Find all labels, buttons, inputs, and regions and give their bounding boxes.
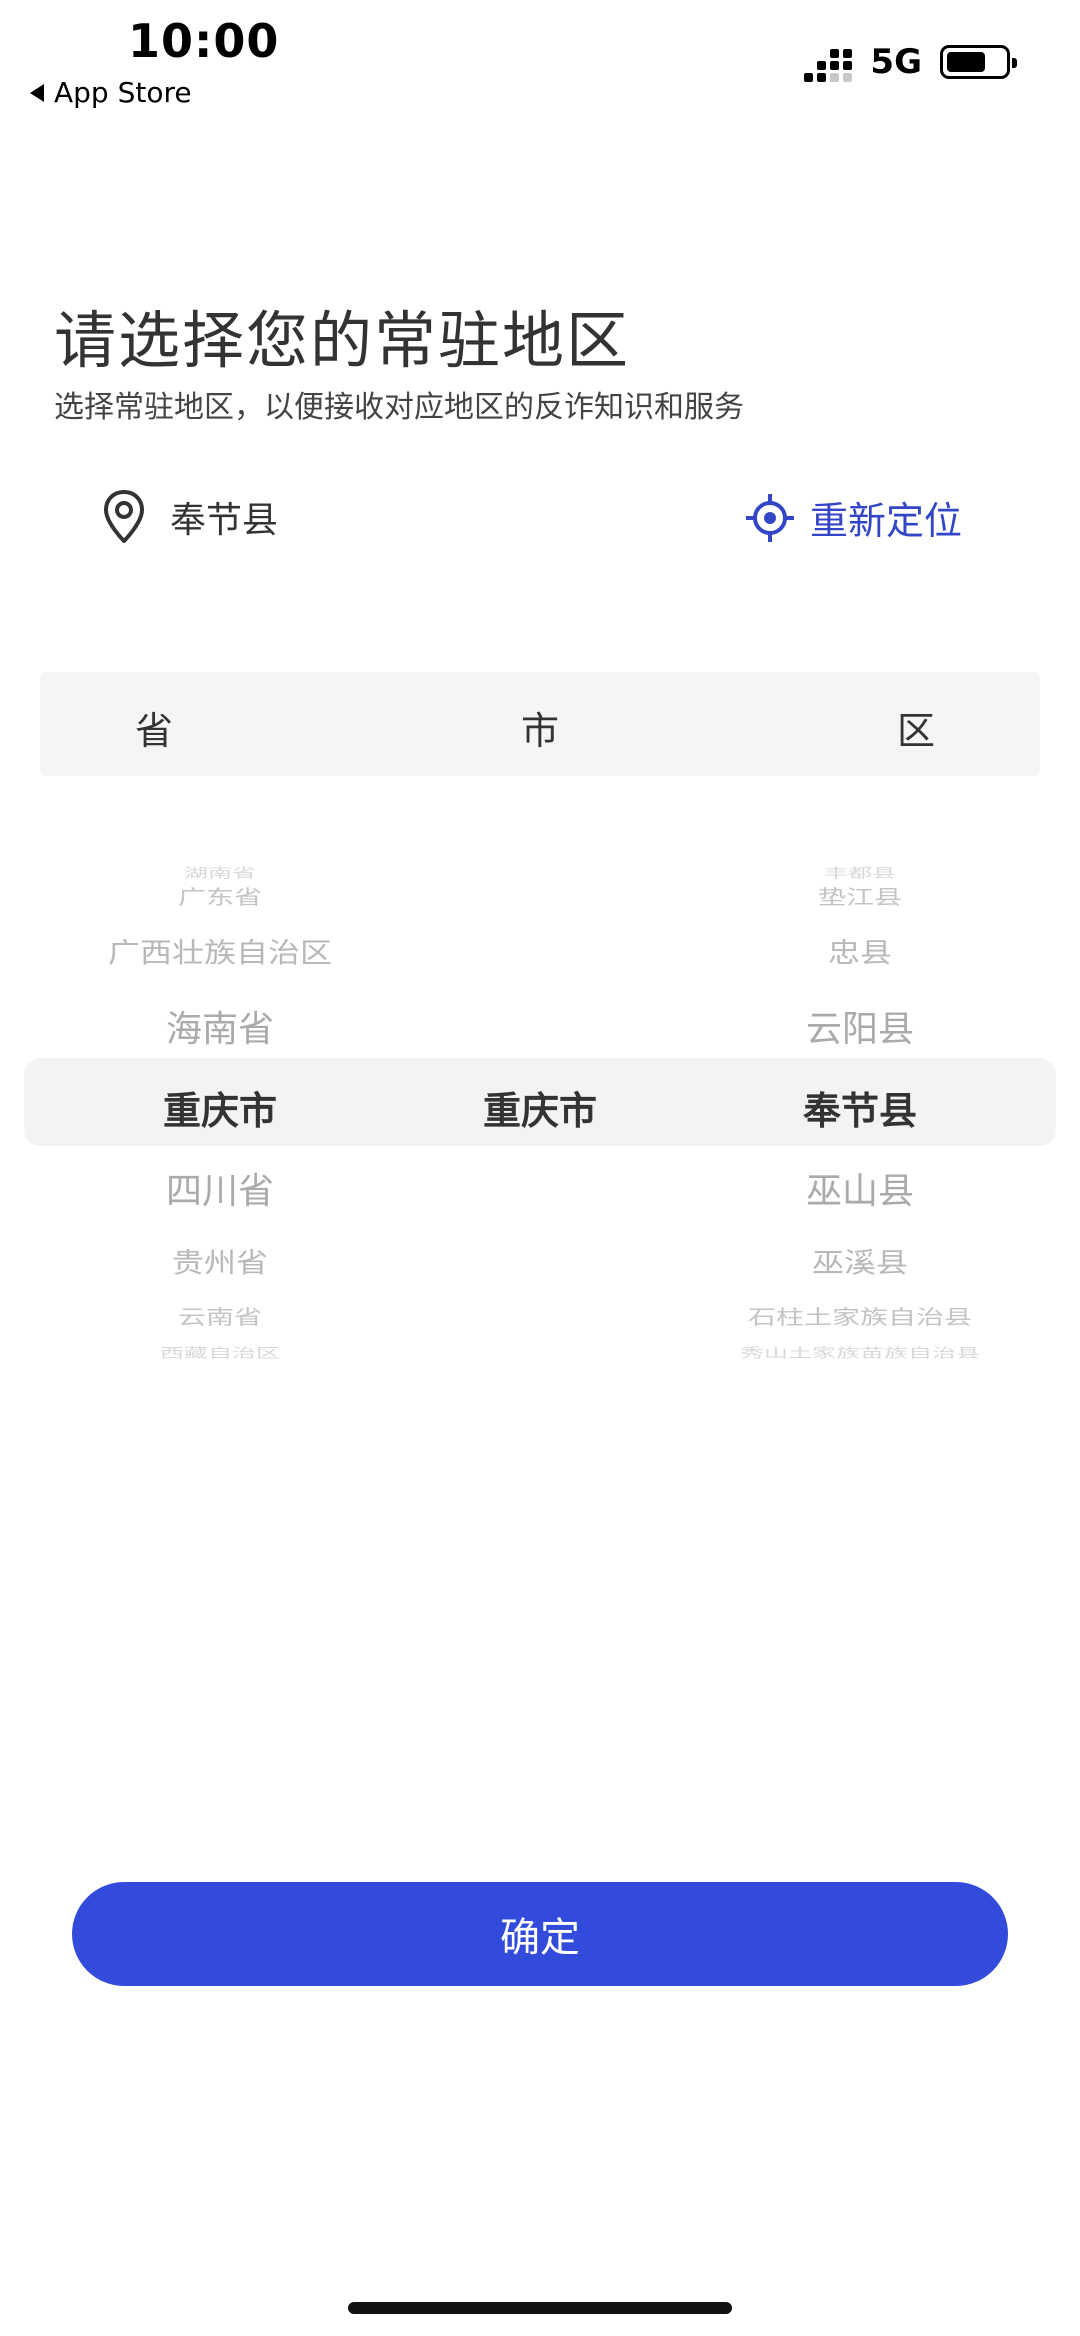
district-item-selected[interactable]: 奉节县 [803,1080,917,1135]
relocate-label: 重新定位 [809,499,962,543]
column-header-district: 区 [896,709,936,753]
district-item[interactable]: 巫山县 [806,1162,914,1214]
location-pin-icon [104,490,144,543]
district-item[interactable]: 忠县 [828,931,892,971]
district-wheel[interactable]: 丰都县 垫江县 忠县 云阳县 奉节县 巫山县 巫溪县 石柱土家族自治县 秀山土家… [680,840,1040,1360]
status-indicators: 5G [804,42,1017,82]
battery-icon [940,45,1017,79]
province-item-selected[interactable]: 重庆市 [163,1080,277,1135]
city-item-selected[interactable]: 重庆市 [483,1080,597,1135]
province-item[interactable]: 海南省 [166,1000,274,1052]
status-time: 10:00 [128,14,280,68]
province-item[interactable]: 云南省 [178,1302,262,1331]
district-item[interactable]: 秀山土家族苗族自治县 [740,1342,980,1361]
back-triangle-icon [30,83,44,102]
province-item[interactable]: 四川省 [166,1162,274,1214]
province-item[interactable]: 广东省 [178,882,262,911]
network-type: 5G [870,42,922,82]
province-item[interactable]: 湖南省 [184,862,256,881]
screen: 10:00 App Store 5G 请选择您的常驻地区 选择常驻地区，以便接收… [0,0,1080,2336]
relocate-button[interactable]: 重新定位 [744,490,962,545]
crosshair-icon [745,493,794,542]
signal-icon [804,42,853,82]
district-item[interactable]: 丰都县 [824,862,896,881]
column-header-province: 省 [134,709,174,753]
page-title: 请选择您的常驻地区 [54,304,631,377]
province-wheel[interactable]: 湖南省 广东省 广西壮族自治区 海南省 重庆市 四川省 贵州省 云南省 西藏自治… [40,840,400,1360]
current-location-text: 奉节县 [170,500,279,541]
picker-header: 省 市 区 [40,672,1040,776]
province-item[interactable]: 西藏自治区 [160,1342,280,1361]
page-subtitle: 选择常驻地区，以便接收对应地区的反诈知识和服务 [54,390,744,425]
back-app-label: App Store [54,76,192,109]
district-item[interactable]: 云阳县 [806,1000,914,1052]
district-item[interactable]: 巫溪县 [812,1241,908,1281]
back-to-app-store[interactable]: App Store [30,76,192,109]
province-item[interactable]: 贵州省 [172,1241,268,1281]
city-wheel[interactable]: 重庆市 [360,840,720,1360]
home-indicator[interactable] [348,2302,732,2314]
confirm-button[interactable]: 确定 [72,1882,1008,1986]
province-item[interactable]: 广西壮族自治区 [108,931,332,971]
column-header-city: 市 [520,709,560,753]
district-item[interactable]: 垫江县 [818,882,902,911]
district-item[interactable]: 石柱土家族自治县 [748,1302,972,1331]
current-location: 奉节县 [100,488,278,546]
